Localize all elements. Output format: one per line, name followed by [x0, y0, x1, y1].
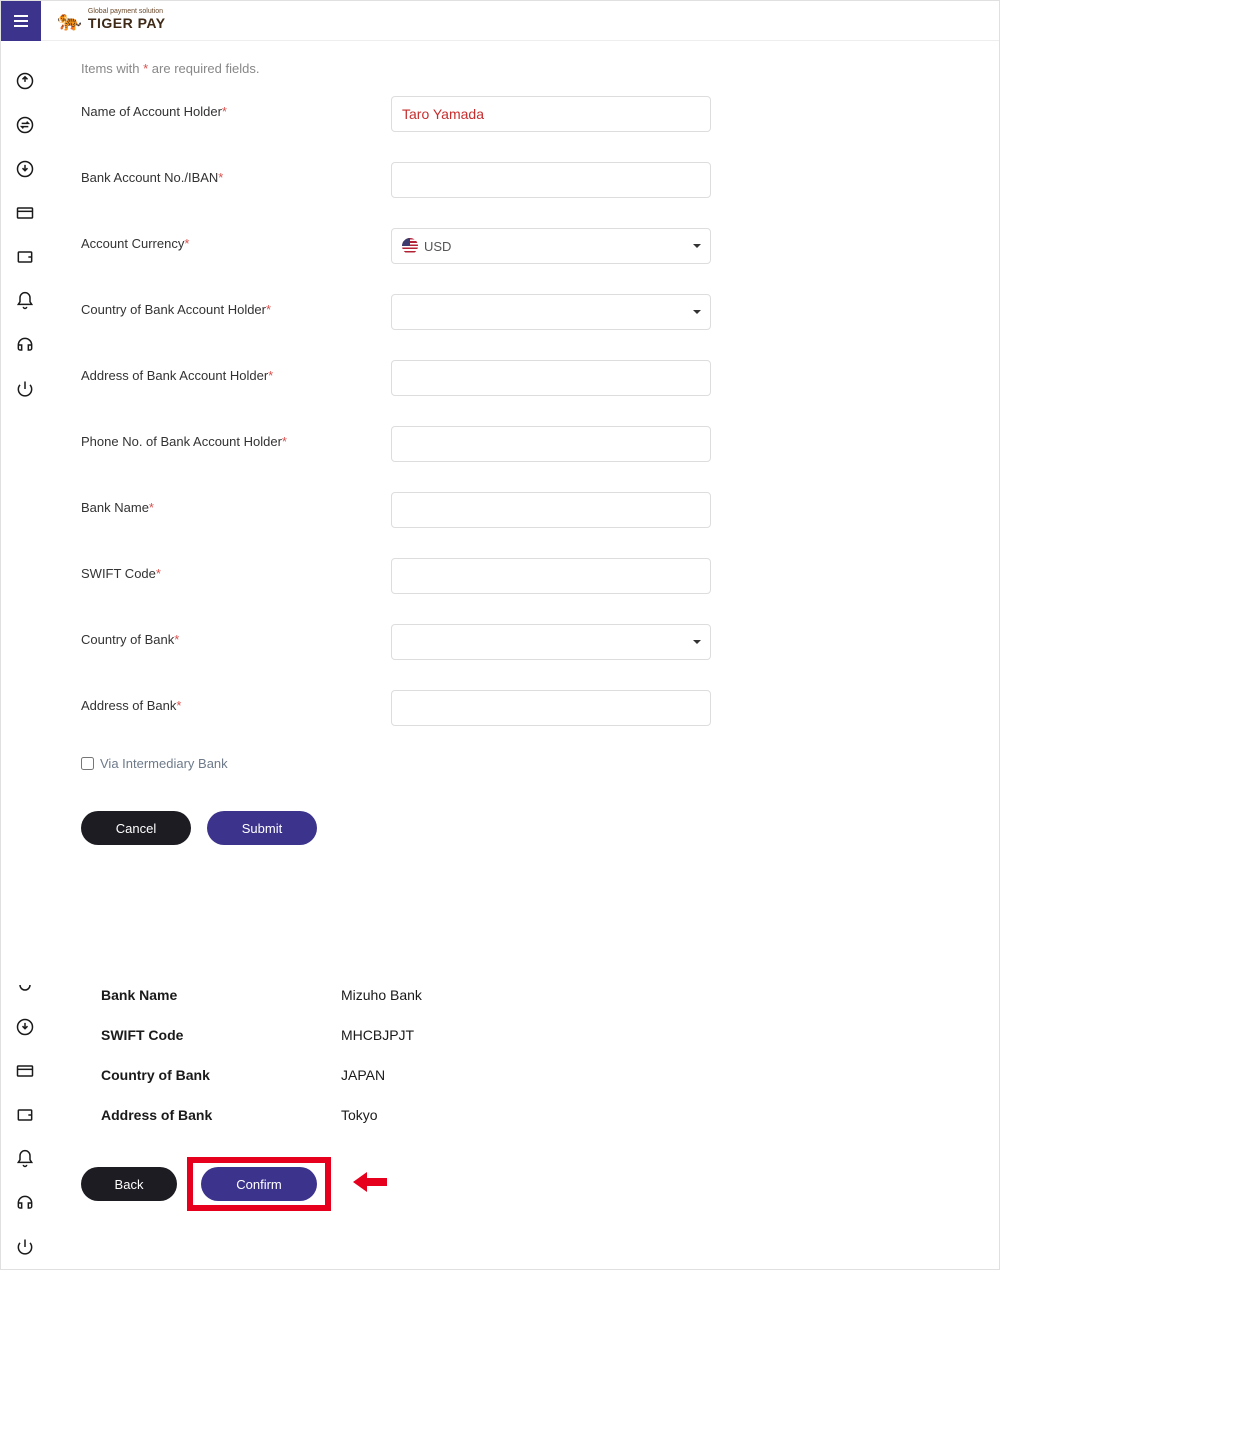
confirm-button[interactable]: Confirm — [201, 1167, 317, 1201]
input-bank-account-no[interactable] — [391, 162, 711, 198]
top-header: 🐅 Global payment solution TIGER PAY — [1, 1, 999, 41]
confirm-label-address-bank: Address of Bank — [101, 1107, 341, 1123]
confirm-value-country-bank: JAPAN — [341, 1067, 385, 1083]
nav-card-icon[interactable] — [1, 191, 49, 235]
required-fields-note: Items with * are required fields. — [81, 53, 859, 96]
chevron-down-icon — [693, 244, 701, 248]
hamburger-icon — [14, 20, 28, 22]
nav-support-icon[interactable] — [1, 323, 49, 367]
nav-partial-icon[interactable] — [1, 965, 49, 1005]
input-bank-name[interactable] — [391, 492, 711, 528]
confirm-label-bank-name: Bank Name — [101, 987, 341, 1003]
input-account-holder[interactable] — [391, 96, 711, 132]
label-country-holder: Country of Bank Account Holder* — [81, 294, 391, 317]
sidebar-nav-confirm — [1, 965, 49, 1269]
label-country-bank: Country of Bank* — [81, 624, 391, 647]
back-button[interactable]: Back — [81, 1167, 177, 1201]
chevron-down-icon — [693, 310, 701, 314]
arrow-left-icon — [353, 1170, 387, 1199]
chevron-down-icon — [693, 640, 701, 644]
nav-deposit-icon[interactable] — [1, 59, 49, 103]
confirm-summary: Bank Name Mizuho Bank SWIFT Code MHCBJPJ… — [81, 965, 539, 1145]
confirm-value-swift: MHCBJPJT — [341, 1027, 414, 1043]
us-flag-icon — [402, 238, 418, 254]
label-address-holder: Address of Bank Account Holder* — [81, 360, 391, 383]
nav-exchange-icon[interactable] — [1, 103, 49, 147]
label-phone-holder: Phone No. of Bank Account Holder* — [81, 426, 391, 449]
confirm-label-country-bank: Country of Bank — [101, 1067, 341, 1083]
select-account-currency[interactable]: USD — [391, 228, 711, 264]
input-phone-holder[interactable] — [391, 426, 711, 462]
main-content: Items with * are required fields. Name o… — [49, 41, 999, 875]
hamburger-menu-button[interactable] — [1, 1, 41, 41]
input-address-holder[interactable] — [391, 360, 711, 396]
checkbox-intermediary-bank[interactable] — [81, 757, 94, 770]
confirm-label-swift: SWIFT Code — [101, 1027, 341, 1043]
confirm-value-address-bank: Tokyo — [341, 1107, 378, 1123]
bank-form: Items with * are required fields. Name o… — [81, 53, 859, 791]
nav-wallet-icon[interactable] — [1, 1093, 49, 1137]
nav-card-icon[interactable] — [1, 1049, 49, 1093]
nav-bell-icon[interactable] — [1, 1137, 49, 1181]
nav-withdraw-icon[interactable] — [1, 1005, 49, 1049]
nav-support-icon[interactable] — [1, 1181, 49, 1225]
label-intermediary-bank: Via Intermediary Bank — [100, 756, 228, 771]
cancel-button[interactable]: Cancel — [81, 811, 191, 845]
nav-power-icon[interactable] — [1, 367, 49, 411]
nav-wallet-icon[interactable] — [1, 235, 49, 279]
confirm-highlight-box: Confirm — [187, 1157, 331, 1211]
select-country-bank[interactable] — [391, 624, 711, 660]
label-account-holder: Name of Account Holder* — [81, 96, 391, 119]
nav-bell-icon[interactable] — [1, 279, 49, 323]
nav-withdraw-icon[interactable] — [1, 147, 49, 191]
input-address-bank[interactable] — [391, 690, 711, 726]
submit-button[interactable]: Submit — [207, 811, 317, 845]
form-button-bar: Cancel Submit — [81, 811, 999, 845]
label-bank-account-no: Bank Account No./IBAN* — [81, 162, 391, 185]
brand-name: TIGER PAY — [88, 15, 166, 31]
confirm-button-bar: Back Confirm — [81, 1157, 999, 1211]
label-swift: SWIFT Code* — [81, 558, 391, 581]
label-bank-name: Bank Name* — [81, 492, 391, 515]
label-account-currency: Account Currency* — [81, 228, 391, 251]
sidebar-nav — [1, 41, 49, 875]
brand-tagline: Global payment solution — [88, 8, 166, 15]
tiger-icon: 🐅 — [57, 8, 82, 33]
label-address-bank: Address of Bank* — [81, 690, 391, 713]
brand-logo[interactable]: 🐅 Global payment solution TIGER PAY — [57, 8, 166, 33]
nav-power-icon[interactable] — [1, 1225, 49, 1269]
input-swift[interactable] — [391, 558, 711, 594]
select-country-holder[interactable] — [391, 294, 711, 330]
confirm-value-bank-name: Mizuho Bank — [341, 987, 422, 1003]
confirm-content: Bank Name Mizuho Bank SWIFT Code MHCBJPJ… — [49, 965, 999, 1269]
